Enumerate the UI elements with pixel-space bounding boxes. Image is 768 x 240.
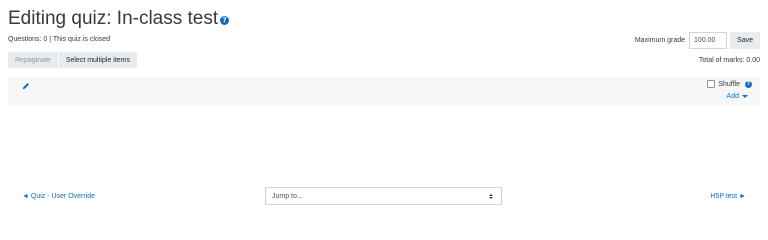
help-icon[interactable]: ? xyxy=(220,16,230,25)
shuffle-checkbox[interactable] xyxy=(707,80,716,88)
max-grade-label: Maximum grade xyxy=(634,37,686,44)
shuffle-help-icon[interactable]: ? xyxy=(745,80,752,88)
edit-toolbar: Repaginate Select multiple items xyxy=(8,52,138,68)
select-multiple-button[interactable]: Select multiple items xyxy=(58,52,138,68)
shuffle-label: Shuffle xyxy=(718,80,740,88)
total-marks: Total of marks: 0.00 xyxy=(698,57,760,64)
sort-arrows-icon xyxy=(489,193,493,199)
pencil-icon[interactable] xyxy=(22,82,30,90)
page-title-text: Editing quiz: In-class test xyxy=(8,8,219,29)
caret-down-icon xyxy=(742,95,748,98)
page-title: Editing quiz: In-class test ? xyxy=(8,8,230,30)
max-grade-input[interactable] xyxy=(689,32,728,49)
repaginate-button[interactable]: Repaginate xyxy=(8,52,58,68)
save-button[interactable]: Save xyxy=(730,32,760,49)
max-grade-form: Maximum grade Save xyxy=(635,32,760,49)
quiz-section: Shuffle ? Add xyxy=(8,77,760,106)
add-menu[interactable]: Add xyxy=(727,93,748,100)
jump-to-value: Jump to... xyxy=(272,192,303,200)
shuffle-control: Shuffle ? xyxy=(707,80,752,88)
jump-to-select[interactable]: Jump to... xyxy=(265,187,502,205)
add-label: Add xyxy=(726,93,739,100)
quiz-status-text: Questions: 0 | This quiz is closed xyxy=(8,36,111,43)
previous-activity-link[interactable]: ◄ Quiz - User Override xyxy=(22,193,95,200)
next-activity-link[interactable]: H5P test ► xyxy=(710,193,746,200)
